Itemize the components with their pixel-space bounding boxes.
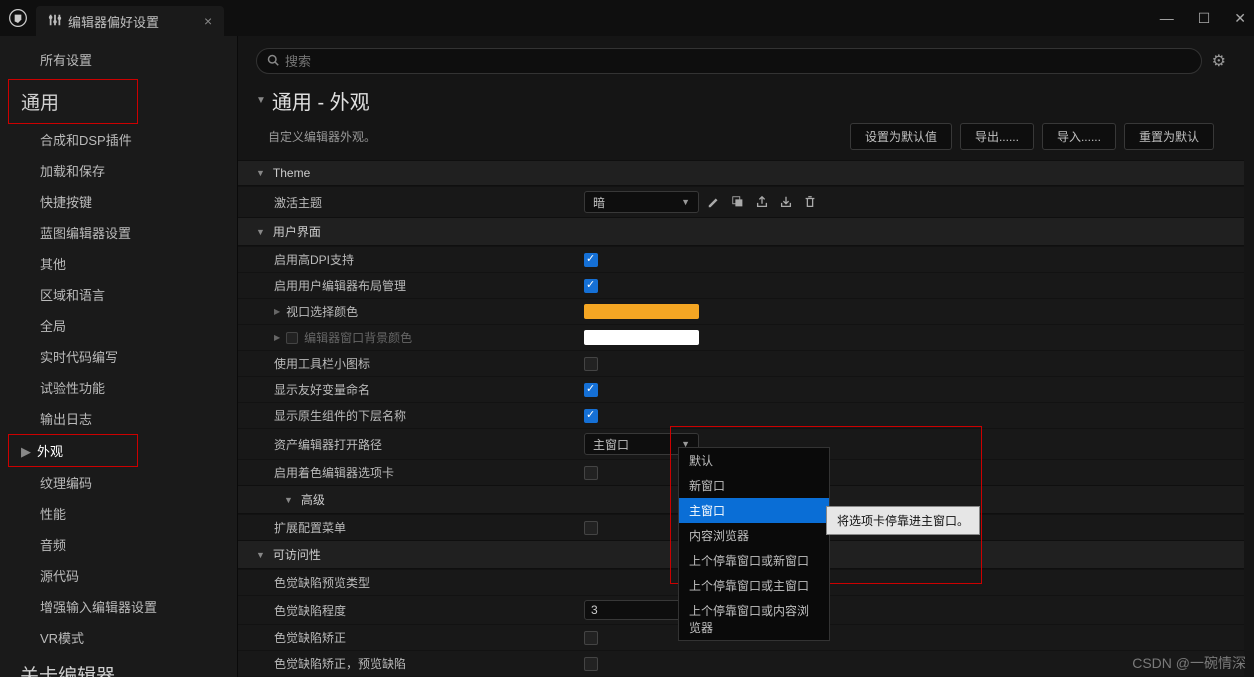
maximize-icon[interactable]: ☐ [1198, 10, 1211, 27]
dropdown-option[interactable]: 上个停靠窗口或新窗口 [679, 548, 829, 573]
delete-icon[interactable] [801, 193, 819, 211]
checkbox-friendly-names[interactable] [584, 383, 598, 397]
import-button[interactable]: 导入...... [1042, 123, 1116, 150]
color-swatch-viewport[interactable] [584, 304, 699, 319]
sidebar-item[interactable]: 输出日志 [0, 403, 237, 434]
chevron-down-icon: ▼ [256, 168, 265, 178]
color-swatch-editor-bg[interactable] [584, 330, 699, 345]
sidebar-item[interactable]: 试验性功能 [0, 372, 237, 403]
minimize-icon[interactable]: — [1160, 10, 1174, 27]
window-close-icon[interactable]: ✕ [1234, 10, 1246, 27]
export-button[interactable]: 导出...... [960, 123, 1034, 150]
checkbox-correction-preview[interactable] [584, 657, 598, 671]
asset-open-dropdown: 默认 新窗口 主窗口 内容浏览器 上个停靠窗口或新窗口 上个停靠窗口或主窗口 上… [678, 447, 830, 641]
chevron-down-icon: ▼ [681, 197, 690, 207]
checkbox-native-comp[interactable] [584, 409, 598, 423]
checkbox-small-toolbar[interactable] [584, 357, 598, 371]
sidebar-item[interactable]: 全局 [0, 310, 237, 341]
sidebar-item[interactable]: 区域和语言 [0, 279, 237, 310]
tooltip: 将选项卡停靠进主窗口。 [826, 506, 980, 535]
chevron-down-icon: ▼ [284, 495, 293, 505]
checkbox-extend-menu[interactable] [584, 521, 598, 535]
duplicate-icon[interactable] [729, 193, 747, 211]
sidebar-item[interactable]: 音频 [0, 529, 237, 560]
checkbox-colorize-tab[interactable] [584, 466, 598, 480]
sidebar-item[interactable]: 快捷按键 [0, 186, 237, 217]
edit-icon[interactable] [705, 193, 723, 211]
tab-editor-preferences[interactable]: 编辑器偏好设置 × [36, 6, 224, 36]
dropdown-option-selected[interactable]: 主窗口 [679, 498, 829, 523]
dropdown-option[interactable]: 上个停靠窗口或内容浏览器 [679, 598, 829, 640]
page-subtitle: 自定义编辑器外观。 [268, 128, 376, 145]
page-title: 通用 - 外观 [272, 86, 370, 115]
sidebar: 所有设置 通用 合成和DSP插件 加载和保存 快捷按键 蓝图编辑器设置 其他 区… [0, 36, 238, 677]
sidebar-item[interactable]: 纹理编码 [0, 467, 237, 498]
chevron-down-icon: ▼ [256, 227, 265, 237]
watermark: CSDN @一碗情深 [1132, 653, 1246, 673]
checkbox-correction[interactable] [584, 631, 598, 645]
search-field[interactable] [285, 54, 1191, 69]
ue-logo [8, 8, 28, 28]
export-icon[interactable] [753, 193, 771, 211]
dropdown-option[interactable]: 上个停靠窗口或主窗口 [679, 573, 829, 598]
checkbox-layout-mgr[interactable] [584, 279, 598, 293]
section-theme[interactable]: ▼Theme [238, 160, 1244, 186]
sidebar-item-appearance[interactable]: ▶外观 [8, 434, 138, 467]
search-icon [267, 54, 279, 69]
sidebar-item[interactable]: 合成和DSP插件 [0, 124, 237, 155]
sidebar-item[interactable]: VR模式 [0, 622, 237, 653]
sliders-icon [48, 13, 62, 30]
sidebar-category-general: 通用 [8, 79, 138, 124]
chevron-right-icon[interactable]: ▶ [274, 333, 280, 342]
row-active-theme: 激活主题 暗▼ [238, 186, 1244, 217]
sidebar-item[interactable]: 加载和保存 [0, 155, 237, 186]
sidebar-item[interactable]: 实时代码编写 [0, 341, 237, 372]
checkbox-high-dpi[interactable] [584, 253, 598, 267]
dropdown-option[interactable]: 新窗口 [679, 473, 829, 498]
chevron-right-icon[interactable]: ▶ [274, 307, 280, 316]
arrow-right-icon: ▶ [21, 444, 31, 459]
sidebar-item[interactable]: 蓝图编辑器设置 [0, 217, 237, 248]
close-icon[interactable]: × [204, 13, 212, 29]
sidebar-category-level: 关卡编辑器 [0, 653, 237, 677]
expand-icon[interactable]: ▼ [256, 95, 266, 106]
sidebar-item[interactable]: 性能 [0, 498, 237, 529]
search-input[interactable] [256, 48, 1202, 74]
gear-icon[interactable]: ⚙ [1212, 51, 1226, 71]
dropdown-option[interactable]: 默认 [679, 448, 829, 473]
chevron-down-icon: ▼ [256, 550, 265, 560]
section-ui[interactable]: ▼用户界面 [238, 217, 1244, 246]
dropdown-option[interactable]: 内容浏览器 [679, 523, 829, 548]
tab-title: 编辑器偏好设置 [68, 12, 159, 31]
sidebar-item[interactable]: 增强输入编辑器设置 [0, 591, 237, 622]
sidebar-item[interactable]: 其他 [0, 248, 237, 279]
reset-button[interactable]: 重置为默认 [1124, 123, 1214, 150]
sidebar-item-all[interactable]: 所有设置 [0, 44, 237, 75]
checkbox-editor-bg-enable[interactable] [286, 332, 298, 344]
set-default-button[interactable]: 设置为默认值 [850, 123, 952, 150]
sidebar-item[interactable]: 源代码 [0, 560, 237, 591]
import-icon[interactable] [777, 193, 795, 211]
theme-select[interactable]: 暗▼ [584, 191, 699, 213]
